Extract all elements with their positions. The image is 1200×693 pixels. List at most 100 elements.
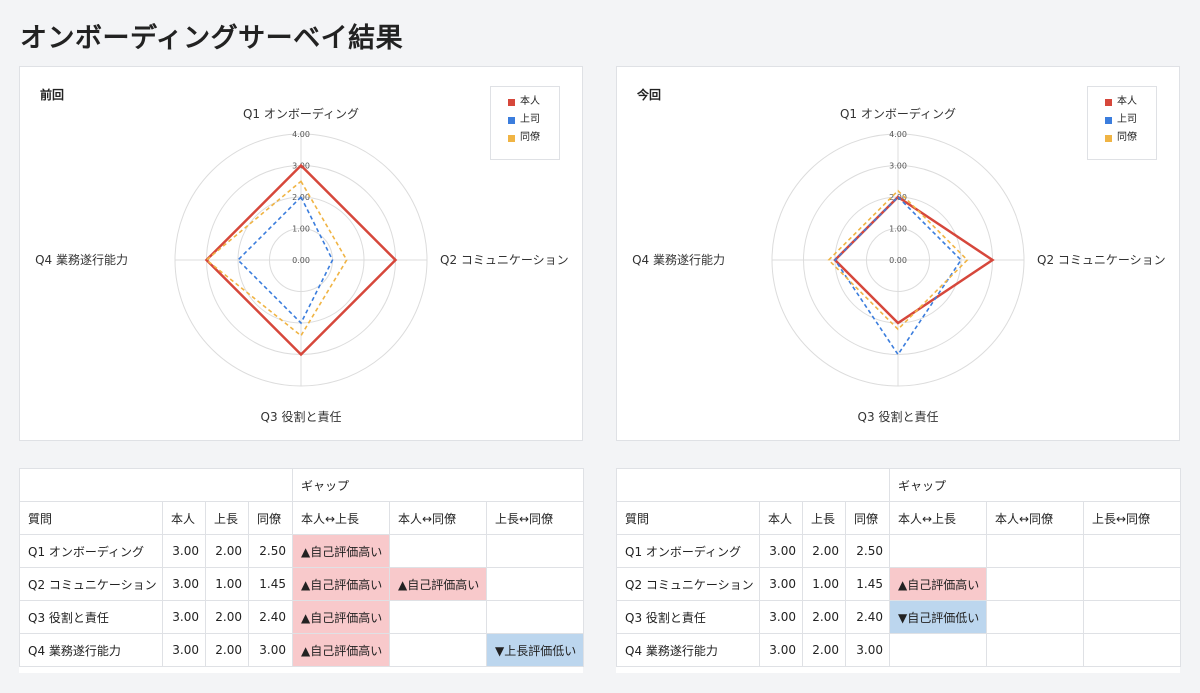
gap-self-boss: ▲自己評価高い	[292, 567, 390, 601]
legend-item-peer: 同僚	[508, 129, 559, 147]
peer-score: 3.00	[248, 633, 293, 667]
table-header-blank	[616, 468, 890, 502]
boss-score: 2.00	[205, 633, 249, 667]
tick-label: 3.00	[889, 162, 907, 171]
column-header: 同僚	[845, 501, 890, 535]
question-cell: Q1 オンボーディング	[616, 534, 760, 568]
boss-score: 2.00	[205, 534, 249, 568]
table-row: Q2 コミュニケーション 3.00 1.00 1.45 ▲自己評価高い	[616, 567, 1181, 601]
chart-legend: 本人 上司 同僚	[1087, 86, 1157, 160]
question-cell: Q4 業務遂行能力	[616, 633, 760, 667]
gap-boss-peer	[486, 600, 584, 634]
table-row: Q3 役割と責任 3.00 2.00 2.40 ▼自己評価低い	[616, 600, 1181, 634]
chart-title: 前回	[40, 88, 65, 102]
peer-score: 2.50	[845, 534, 890, 568]
column-header: 本人↔同僚	[389, 501, 487, 535]
peer-score: 3.00	[845, 633, 890, 667]
self-score: 3.00	[162, 600, 206, 634]
gap-table-current: ギャップ 質問 本人 上長 同僚 本人↔上長 本人↔同僚 上長↔同僚 Q1 オン…	[616, 468, 1181, 667]
legend-label: 本人	[520, 96, 540, 107]
question-cell: Q3 役割と責任	[616, 600, 760, 634]
column-header: 本人↔同僚	[986, 501, 1084, 535]
column-header: 本人↔上長	[889, 501, 987, 535]
peer-score: 2.40	[845, 600, 890, 634]
axis-label: Q2 コミュニケーション	[1037, 253, 1166, 267]
table-header-blank	[19, 468, 293, 502]
tick-label: 4.00	[292, 130, 310, 139]
peer-score: 1.45	[845, 567, 890, 601]
legend-label: 同僚	[520, 132, 540, 143]
legend-item-boss: 上司	[508, 111, 559, 129]
table-row: Q1 オンボーディング 3.00 2.00 2.50	[616, 534, 1181, 568]
peer-score: 2.50	[248, 534, 293, 568]
column-header: 上長↔同僚	[486, 501, 584, 535]
gap-self-boss: ▼自己評価低い	[889, 600, 987, 634]
legend-swatch	[508, 98, 515, 106]
radar-panel-previous: 0.00 1.00 2.00 3.00 4.00 Q1 オンボーディング Q2 コミュニケー…	[19, 66, 583, 441]
column-header: 本人	[162, 501, 206, 535]
series-line-peer	[205, 180, 348, 337]
gap-boss-peer	[486, 567, 584, 601]
legend-swatch	[1105, 98, 1112, 106]
legend-label: 上司	[1117, 114, 1137, 125]
tick-label: 0.00	[292, 256, 310, 265]
gap-self-peer	[986, 567, 1084, 601]
axis-label: Q1 オンボーディング	[840, 106, 956, 121]
legend-item-boss: 上司	[1105, 111, 1156, 129]
legend-swatch	[508, 134, 515, 142]
gap-self-boss: ▲自己評価高い	[292, 600, 390, 634]
table-header-row: 質問 本人 上長 同僚 本人↔上長 本人↔同僚 上長↔同僚	[19, 501, 584, 535]
gap-self-boss: ▲自己評価高い	[889, 567, 987, 601]
gap-header: ギャップ	[292, 468, 584, 502]
table-header-row: ギャップ	[616, 468, 1181, 502]
tick-label: 0.00	[889, 256, 907, 265]
gap-table-panel-current: ギャップ 質問 本人 上長 同僚 本人↔上長 本人↔同僚 上長↔同僚 Q1 オン…	[616, 468, 1181, 673]
axis-label: Q3 役割と責任	[261, 409, 342, 424]
self-score: 3.00	[162, 534, 206, 568]
axis-label: Q1 オンボーディング	[243, 106, 359, 121]
self-score: 3.00	[759, 600, 803, 634]
question-cell: Q2 コミュニケーション	[616, 567, 760, 601]
gap-self-boss: ▲自己評価高い	[292, 534, 390, 568]
question-cell: Q2 コミュニケーション	[19, 567, 163, 601]
gap-self-peer	[389, 633, 487, 667]
axis-label: Q4 業務遂行能力	[35, 253, 128, 267]
gap-self-peer	[986, 534, 1084, 568]
self-score: 3.00	[759, 534, 803, 568]
column-header: 本人	[759, 501, 803, 535]
legend-swatch	[508, 116, 515, 124]
gap-self-peer	[986, 600, 1084, 634]
page-title: オンボーディングサーベイ結果	[20, 23, 404, 54]
peer-score: 1.45	[248, 567, 293, 601]
boss-score: 2.00	[802, 600, 846, 634]
chart-legend: 本人 上司 同僚	[490, 86, 560, 160]
legend-item-self: 本人	[1105, 93, 1156, 111]
peer-score: 2.40	[248, 600, 293, 634]
table-row: Q1 オンボーディング 3.00 2.00 2.50 ▲自己評価高い	[19, 534, 584, 568]
table-row: Q4 業務遂行能力 3.00 2.00 3.00	[616, 633, 1181, 667]
gap-table-panel-previous: ギャップ 質問 本人 上長 同僚 本人↔上長 本人↔同僚 上長↔同僚 Q1 オン…	[19, 468, 584, 673]
gap-self-peer: ▲自己評価高い	[389, 567, 487, 601]
tick-label: 1.00	[292, 225, 310, 234]
legend-item-peer: 同僚	[1105, 129, 1156, 147]
question-cell: Q3 役割と責任	[19, 600, 163, 634]
table-header-row: ギャップ	[19, 468, 584, 502]
gap-boss-peer	[1083, 633, 1181, 667]
self-score: 3.00	[162, 567, 206, 601]
boss-score: 2.00	[802, 633, 846, 667]
column-header: 同僚	[248, 501, 293, 535]
column-header: 上長	[802, 501, 846, 535]
boss-score: 1.00	[802, 567, 846, 601]
legend-label: 上司	[520, 114, 540, 125]
gap-header: ギャップ	[889, 468, 1181, 502]
gap-self-boss	[889, 633, 987, 667]
legend-swatch	[1105, 116, 1112, 124]
gap-boss-peer	[1083, 534, 1181, 568]
gap-table-previous: ギャップ 質問 本人 上長 同僚 本人↔上長 本人↔同僚 上長↔同僚 Q1 オン…	[19, 468, 584, 667]
tick-label: 4.00	[889, 130, 907, 139]
radar-panel-current: 0.00 1.00 2.00 3.00 4.00 Q1 オンボーディング Q2 コミュニケー…	[616, 66, 1180, 441]
column-header: 上長↔同僚	[1083, 501, 1181, 535]
gap-self-boss	[889, 534, 987, 568]
column-header: 上長	[205, 501, 249, 535]
table-header-row: 質問 本人 上長 同僚 本人↔上長 本人↔同僚 上長↔同僚	[616, 501, 1181, 535]
